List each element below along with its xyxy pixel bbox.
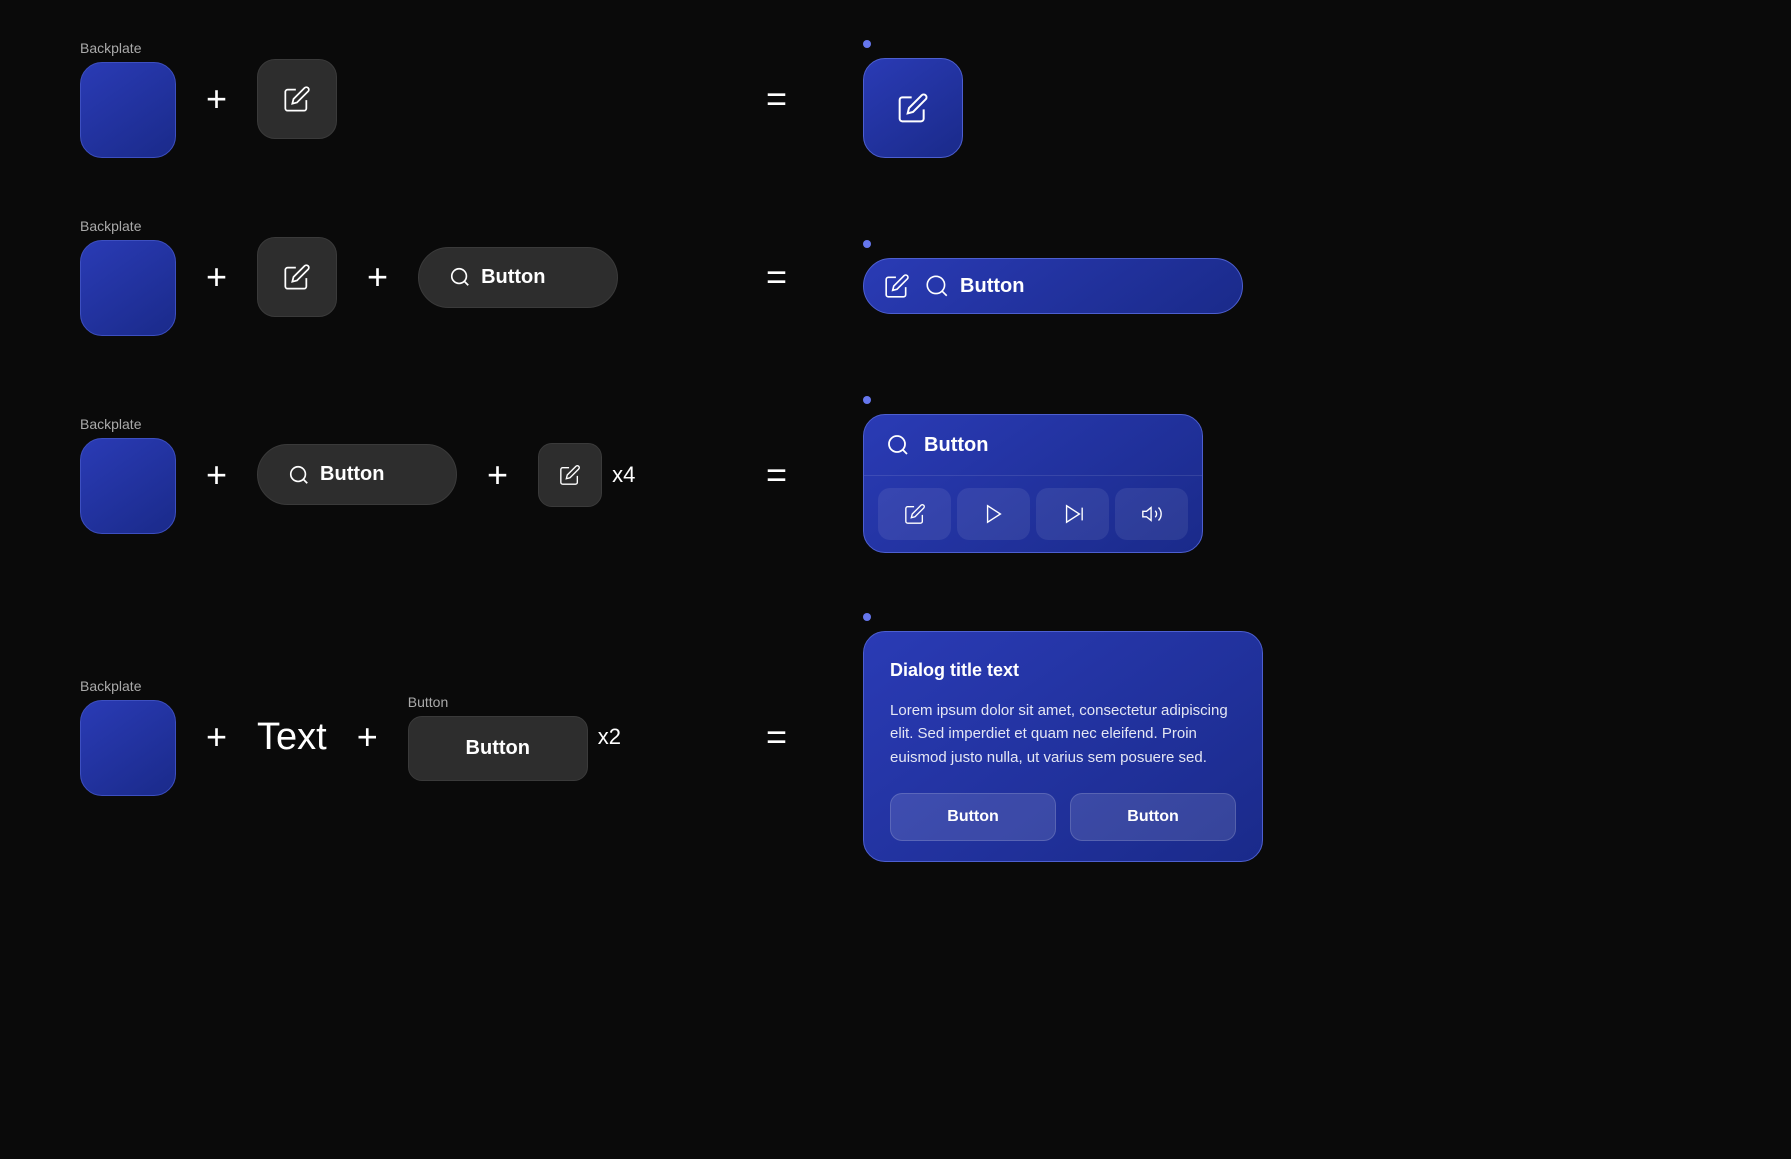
- result-card-icon-1[interactable]: [878, 488, 951, 540]
- backplate-2: [80, 240, 176, 336]
- backplate-container-3: Backplate: [80, 416, 176, 534]
- search-icon-2: [449, 266, 471, 288]
- dialog-title: Dialog title text: [890, 660, 1236, 681]
- result-3-column: Button: [863, 396, 1203, 553]
- result-1-column: [863, 40, 963, 158]
- button-container-4: Button Button: [408, 694, 588, 781]
- icon-small-btn-3[interactable]: [538, 443, 602, 507]
- backplate-3: [80, 438, 176, 534]
- plus-3a: +: [206, 454, 227, 496]
- multiplier-3: x4: [612, 462, 635, 488]
- row-1: Backplate + =: [80, 40, 1711, 158]
- result-search-group: Button: [924, 273, 1024, 299]
- equals-3: =: [766, 454, 787, 496]
- result-search-icon-3: [886, 433, 910, 457]
- backplate-1: [80, 62, 176, 158]
- plus-2a: +: [206, 256, 227, 298]
- dark-button-4[interactable]: Button: [408, 716, 588, 781]
- button-x2-group: Button Button x2: [408, 694, 621, 781]
- edit-icon-btn-1[interactable]: [257, 59, 337, 139]
- dark-btn-text-4: Button: [466, 737, 530, 759]
- plus-1: +: [206, 78, 227, 120]
- result-2-column: Button: [863, 240, 1243, 314]
- play-icon-2: [1062, 503, 1084, 525]
- multiplier-4: x2: [598, 724, 621, 750]
- result-card-top: Button: [864, 415, 1202, 476]
- dot-3: [863, 396, 871, 404]
- backplate-container-4: Backplate: [80, 678, 176, 796]
- edit-icon-small-3: [559, 464, 581, 486]
- edit-icon-2: [283, 263, 311, 291]
- backplate-label-1: Backplate: [80, 40, 141, 56]
- result-edit-icon-3: [904, 503, 926, 525]
- row-4-rhs: Dialog title text Lorem ipsum dolor sit …: [863, 613, 1263, 862]
- search-button-3[interactable]: Button: [257, 444, 457, 505]
- dialog-btn-2[interactable]: Button: [1070, 793, 1236, 841]
- result-card-btn-text: Button: [924, 434, 988, 457]
- row-3: Backplate + Button + x4: [80, 396, 1711, 553]
- row-1-rhs: [863, 40, 963, 158]
- result-card-icon-2[interactable]: [957, 488, 1030, 540]
- backplate-4: [80, 700, 176, 796]
- backplate-container-1: Backplate: [80, 40, 176, 158]
- result-card-bottom: [864, 476, 1202, 552]
- row-2: Backplate + + Button =: [80, 218, 1711, 336]
- plus-4b: +: [357, 716, 378, 758]
- row-3-lhs: Backplate + Button + x4: [80, 416, 730, 534]
- result-btn-text-2: Button: [960, 275, 1024, 298]
- search-btn-label-3: Button: [320, 463, 384, 486]
- dialog-buttons: Button Button: [890, 793, 1236, 841]
- result-4-column: Dialog title text Lorem ipsum dolor sit …: [863, 613, 1263, 862]
- dot-4: [863, 613, 871, 621]
- search-btn-label-2: Button: [481, 266, 545, 289]
- result-card-icon-4[interactable]: [1115, 488, 1188, 540]
- result-card: Button: [863, 414, 1203, 553]
- result-card-icon-3[interactable]: [1036, 488, 1109, 540]
- row-2-rhs: Button: [863, 240, 1243, 314]
- backplate-label-3: Backplate: [80, 416, 141, 432]
- equals-2: =: [766, 256, 787, 298]
- edit-icon-1: [283, 85, 311, 113]
- result-edit-icon: [897, 92, 929, 124]
- backplate-label-2: Backplate: [80, 218, 141, 234]
- equals-4: =: [766, 716, 787, 758]
- backplate-label-4: Backplate: [80, 678, 141, 694]
- row-1-lhs: Backplate +: [80, 40, 730, 158]
- dot-1: [863, 40, 871, 48]
- dialog-body: Lorem ipsum dolor sit amet, consectetur …: [890, 699, 1236, 769]
- dialog-btn-2-label: Button: [1127, 808, 1179, 825]
- result-dialog: Dialog title text Lorem ipsum dolor sit …: [863, 631, 1263, 862]
- result-icon-button[interactable]: [863, 58, 963, 158]
- result-search-icon-2: [924, 273, 950, 299]
- result-edit-icon-2: [884, 273, 910, 299]
- play-icon-1: [983, 503, 1005, 525]
- edit-icon-btn-2[interactable]: [257, 237, 337, 317]
- main-container: Backplate + =: [0, 0, 1791, 902]
- plus-2b: +: [367, 256, 388, 298]
- row-3-rhs: Button: [863, 396, 1203, 553]
- dialog-btn-1[interactable]: Button: [890, 793, 1056, 841]
- backplate-container-2: Backplate: [80, 218, 176, 336]
- search-icon-3: [288, 464, 310, 486]
- dot-2: [863, 240, 871, 248]
- btn-above-label-4: Button: [408, 694, 448, 710]
- row-2-lhs: Backplate + + Button: [80, 218, 730, 336]
- equals-1: =: [766, 78, 787, 120]
- result-pill[interactable]: Button: [863, 258, 1243, 314]
- plus-3b: +: [487, 454, 508, 496]
- text-item-4: Text: [257, 716, 327, 759]
- row-4-lhs: Backplate + Text + Button Button x2: [80, 678, 730, 796]
- plus-4a: +: [206, 716, 227, 758]
- search-button-2[interactable]: Button: [418, 247, 618, 308]
- result-edit-area: [884, 273, 910, 299]
- row-4: Backplate + Text + Button Button x2 =: [80, 613, 1711, 862]
- volume-icon: [1141, 503, 1163, 525]
- dialog-btn-1-label: Button: [947, 808, 999, 825]
- icon-x4-group: x4: [538, 443, 635, 507]
